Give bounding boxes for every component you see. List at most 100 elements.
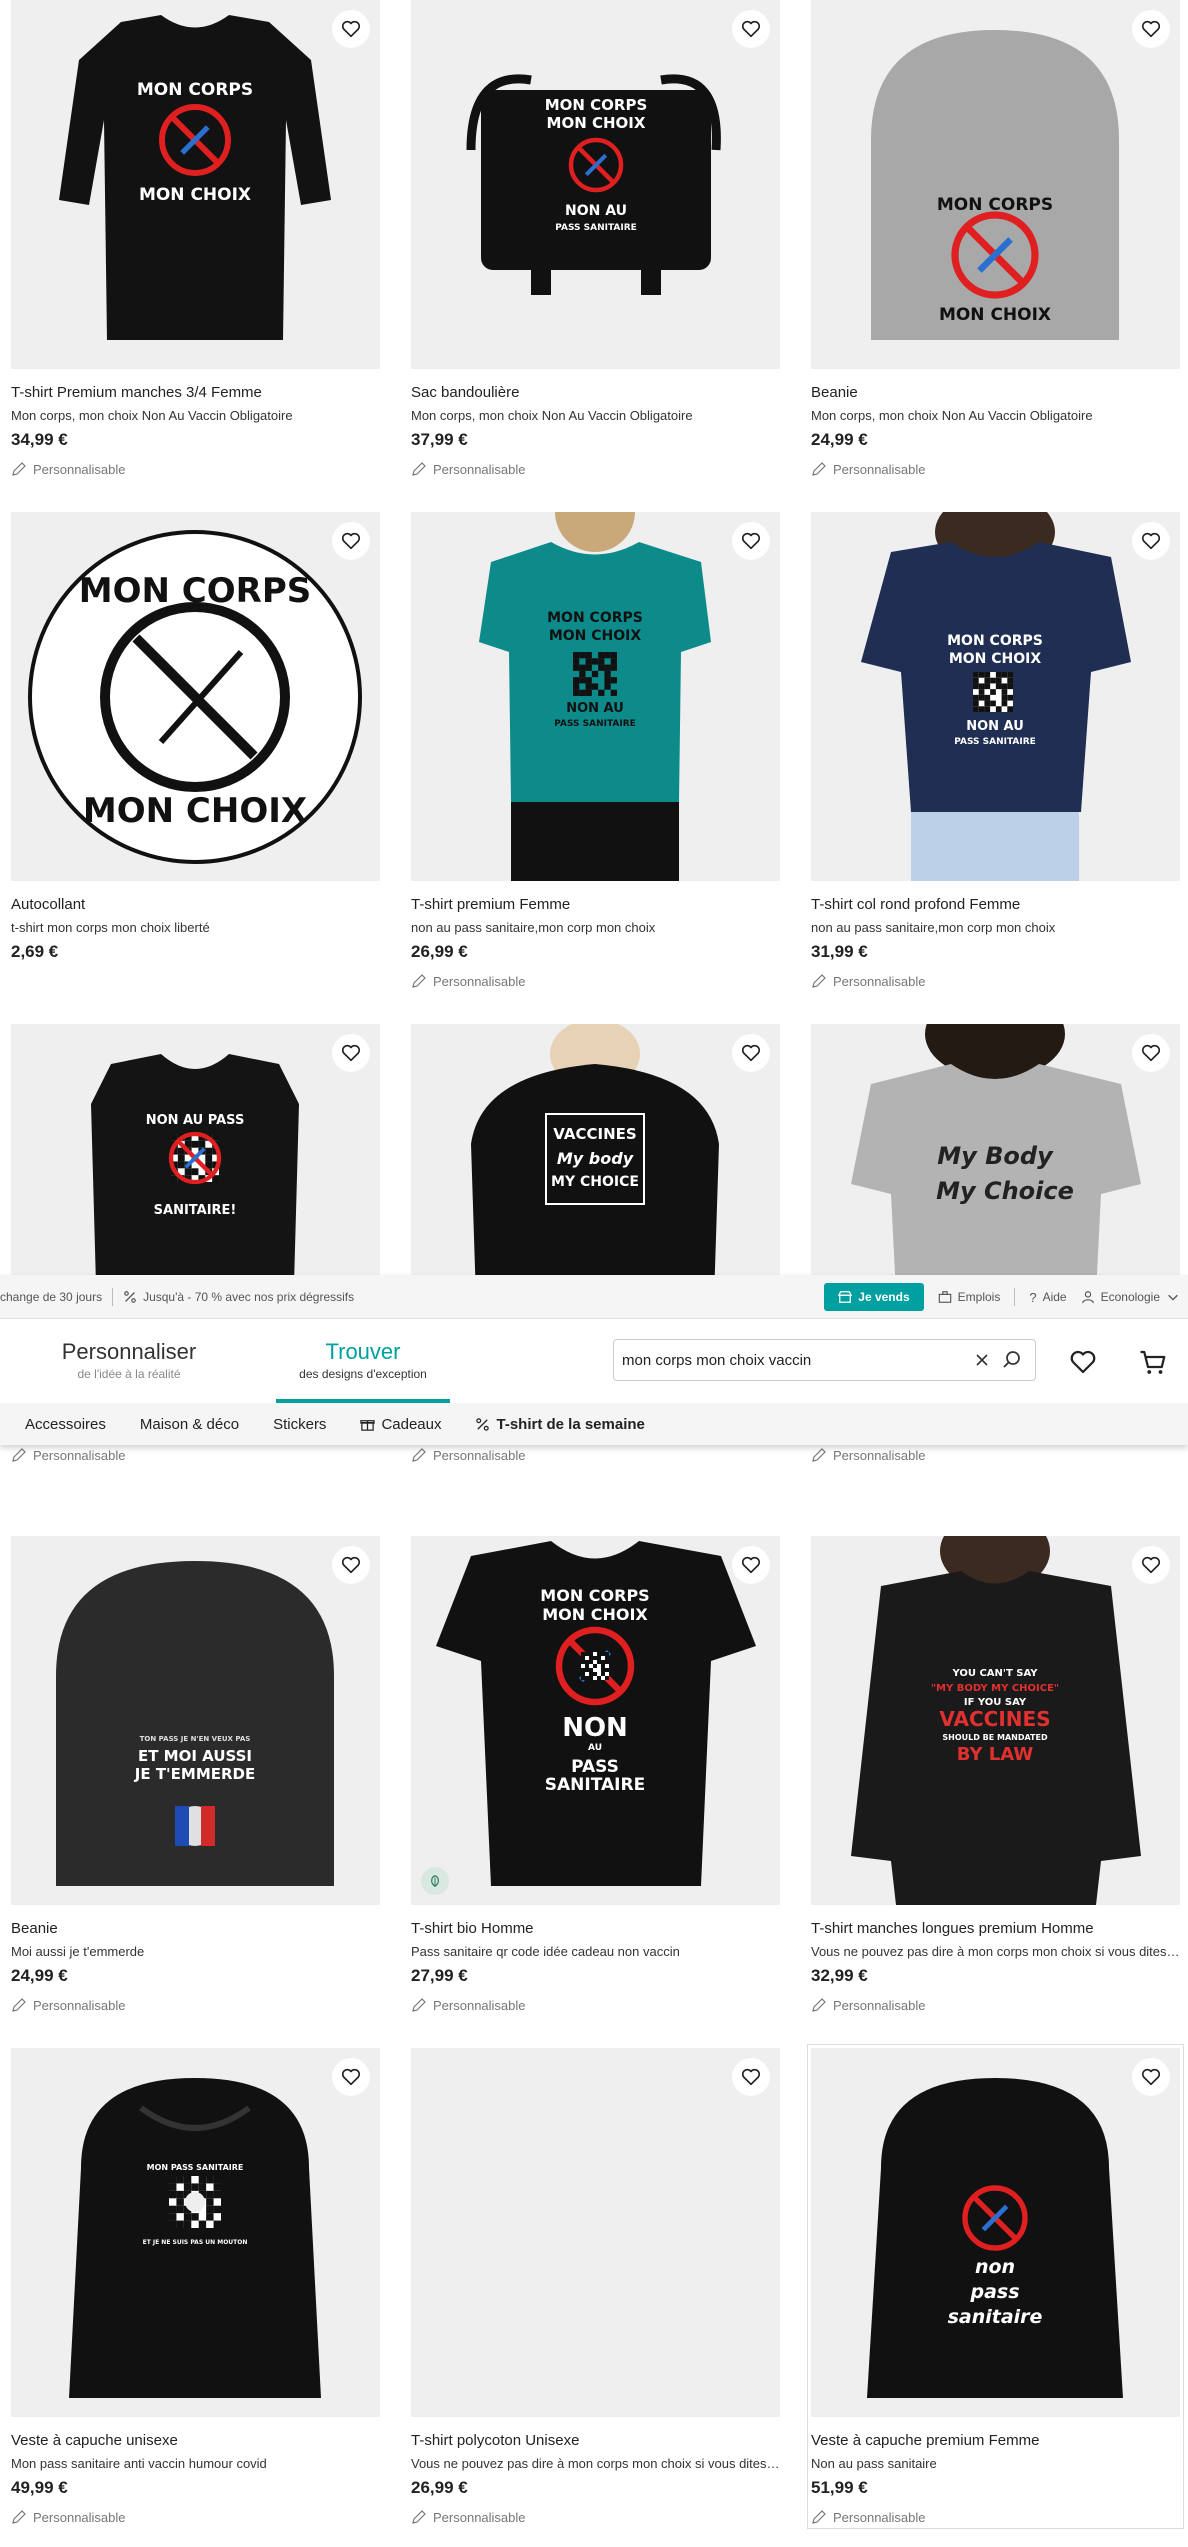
product-title[interactable]: Veste à capuche unisexe bbox=[11, 2431, 380, 2451]
personalizable-label: Personnalisable bbox=[833, 1997, 926, 2013]
product-card[interactable]: TON PASS JE N'EN VEUX PAS ET MOI AUSSI JE … bbox=[11, 1536, 380, 2013]
personalizable-label: Personnalisable bbox=[833, 973, 926, 989]
category-tshirt-week[interactable]: T-shirt de la semaine bbox=[475, 1416, 645, 1433]
product-title[interactable]: T-shirt col rond profond Femme bbox=[811, 895, 1180, 915]
heart-icon bbox=[1141, 532, 1161, 550]
heart-icon bbox=[341, 20, 361, 38]
pencil-icon bbox=[412, 1998, 426, 2012]
product-image[interactable] bbox=[411, 2048, 780, 2417]
favorite-button[interactable] bbox=[332, 1546, 370, 1584]
product-image[interactable]: MON PASS SANITAIRE ET JE NE SUIS PAS UN M… bbox=[11, 2048, 380, 2417]
favorite-button[interactable] bbox=[732, 522, 770, 560]
cart-icon[interactable] bbox=[1138, 1347, 1168, 1377]
clear-search-button[interactable] bbox=[967, 1345, 997, 1375]
favorites-heart-icon[interactable] bbox=[1068, 1347, 1098, 1377]
favorite-button[interactable] bbox=[332, 2058, 370, 2096]
leaf-icon bbox=[431, 1875, 439, 1887]
product-card[interactable]: MON CORPS MON CHOIX Autocollant t-shirt m… bbox=[11, 512, 380, 963]
product-title[interactable]: Sac bandoulière bbox=[411, 383, 780, 403]
svg-text:My Body: My Body bbox=[937, 1142, 1054, 1170]
personalizable-label: Personnalisable bbox=[833, 1447, 926, 1463]
help-link[interactable]: ? Aide bbox=[1029, 1290, 1066, 1305]
product-card[interactable]: MON CORPS MON CHOIX NON AU PASS SANITAIRE … bbox=[411, 0, 780, 477]
product-title[interactable]: Autocollant bbox=[11, 895, 380, 915]
product-design-art bbox=[411, 2048, 780, 2417]
favorite-button[interactable] bbox=[732, 10, 770, 48]
svg-text:PASS SANITAIRE: PASS SANITAIRE bbox=[954, 737, 1036, 747]
product-card[interactable]: T-shirt polycoton Unisexe Vous ne pouvez… bbox=[411, 2048, 780, 2525]
personalizable-label: Personnalisable bbox=[33, 2509, 126, 2525]
product-image[interactable]: MON CORPS MON CHOIX bbox=[11, 0, 380, 369]
personalizable-tag: Personnalisable bbox=[811, 2509, 1180, 2525]
sell-button[interactable]: Je vends bbox=[824, 1283, 924, 1311]
favorite-button[interactable] bbox=[1132, 1034, 1170, 1072]
heart-icon bbox=[741, 2068, 761, 2086]
product-title[interactable]: Veste à capuche premium Femme bbox=[811, 2431, 1180, 2451]
tab-find[interactable]: Trouver des designs d'exception bbox=[276, 1339, 450, 1403]
product-image[interactable]: MON CORPS MON CHOIX bbox=[811, 0, 1180, 369]
product-card[interactable]: MON CORPS MON CHOIX T-shirt Premium manc… bbox=[11, 0, 380, 477]
product-card[interactable]: MON CORPS MON CHOIX NON AU PASS SANITAIRE T… bbox=[411, 512, 780, 989]
category-cadeaux[interactable]: Cadeaux bbox=[360, 1416, 441, 1433]
favorite-button[interactable] bbox=[332, 10, 370, 48]
product-design-art: MON CORPSMON CHOIX NONAU PASSSANITAIRE bbox=[436, 1541, 756, 1886]
account-menu[interactable]: Econologie bbox=[1081, 1290, 1180, 1304]
pencil-icon bbox=[12, 2510, 26, 2524]
sell-label: Je vends bbox=[858, 1290, 910, 1304]
product-title[interactable]: T-shirt manches longues premium Homme bbox=[811, 1919, 1180, 1939]
product-image[interactable]: MON CORPS MON CHOIX NON AU PASS SANITAIRE bbox=[411, 512, 780, 881]
personalizable-tag: Personnalisable bbox=[11, 2509, 380, 2525]
svg-text:MON CHOIX: MON CHOIX bbox=[939, 305, 1051, 325]
discount-info[interactable]: Jusqu'à - 70 % avec nos prix dégressifs bbox=[123, 1290, 354, 1304]
search-button[interactable] bbox=[997, 1345, 1027, 1375]
product-image[interactable]: YOU CAN'T SAY "MY BODY MY CHOICE" IF YOU S… bbox=[811, 1536, 1180, 1905]
favorite-button[interactable] bbox=[332, 1034, 370, 1072]
product-price: 26,99 € bbox=[411, 2478, 468, 2497]
favorite-button[interactable] bbox=[1132, 2058, 1170, 2096]
sticky-header: change de 30 jours Jusqu'à - 70 % avec n… bbox=[0, 1275, 1188, 1445]
product-image[interactable]: TON PASS JE N'EN VEUX PAS ET MOI AUSSI JE … bbox=[11, 1536, 380, 1905]
personalizable-tag: Personnalisable bbox=[11, 1447, 380, 1463]
product-card[interactable]: MON CORPS MON CHOIX NON AU PASS SANITAIRE T-… bbox=[411, 1536, 780, 2013]
favorite-button[interactable] bbox=[732, 1546, 770, 1584]
product-title[interactable]: T-shirt Premium manches 3/4 Femme bbox=[11, 383, 380, 403]
product-card[interactable]: MON PASS SANITAIRE ET JE NE SUIS PAS UN M… bbox=[11, 2048, 380, 2525]
favorite-button[interactable] bbox=[1132, 1546, 1170, 1584]
product-design-art: MON CORPS MON CHOIX NON AU PASS SANITAIRE bbox=[811, 512, 1180, 881]
product-design-art: YOU CAN'T SAY"MY BODY MY CHOICE"IF YOU S… bbox=[851, 1536, 1141, 1905]
category-maison-deco[interactable]: Maison & déco bbox=[140, 1416, 239, 1433]
favorite-button[interactable] bbox=[732, 1034, 770, 1072]
svg-text:SANITAIRE!: SANITAIRE! bbox=[154, 1203, 237, 1218]
heart-icon bbox=[1141, 2068, 1161, 2086]
product-title[interactable]: Beanie bbox=[11, 1919, 380, 1939]
product-image[interactable]: non pass sanitaire bbox=[811, 2048, 1180, 2417]
category-stickers[interactable]: Stickers bbox=[273, 1416, 326, 1433]
product-card[interactable]: non pass sanitaire Veste à capuche premium… bbox=[807, 2044, 1184, 2529]
product-design-art: MON PASS SANITAIRE ET JE NE SUIS PAS UN M… bbox=[69, 2078, 321, 2398]
pencil-icon bbox=[412, 974, 426, 988]
product-image[interactable]: MON CORPS MON CHOIX NON AU PASS SANITAIRE bbox=[411, 0, 780, 369]
product-image[interactable]: MON CORPS MON CHOIX NON AU PASS SANITAIRE bbox=[811, 512, 1180, 881]
product-title[interactable]: T-shirt premium Femme bbox=[411, 895, 780, 915]
product-card[interactable]: YOU CAN'T SAY "MY BODY MY CHOICE" IF YOU S… bbox=[811, 1536, 1180, 2013]
favorite-button[interactable] bbox=[332, 522, 370, 560]
product-design-art: MON CORPS MON CHOIX bbox=[59, 15, 331, 340]
product-title[interactable]: T-shirt polycoton Unisexe bbox=[411, 2431, 780, 2451]
product-design-art: MON CORPSMON CHOIX NON AU PASS SANITAIRE bbox=[466, 74, 721, 295]
tab-customize[interactable]: Personnaliser de l'idée à la réalité bbox=[44, 1339, 214, 1381]
product-title[interactable]: Beanie bbox=[811, 383, 1180, 403]
search-input[interactable] bbox=[622, 1351, 967, 1369]
svg-text:non: non bbox=[975, 2256, 1015, 2278]
category-accessoires[interactable]: Accessoires bbox=[25, 1416, 106, 1433]
product-title[interactable]: T-shirt bio Homme bbox=[411, 1919, 780, 1939]
percent-icon bbox=[124, 1291, 136, 1303]
jobs-link[interactable]: Emplois bbox=[938, 1290, 1000, 1304]
product-card[interactable]: MON CORPS MON CHOIX NON AU PASS SANITAIRE T… bbox=[811, 512, 1180, 989]
favorite-button[interactable] bbox=[1132, 10, 1170, 48]
favorite-button[interactable] bbox=[732, 2058, 770, 2096]
product-card[interactable]: MON CORPS MON CHOIX Beanie Mon corps, mo… bbox=[811, 0, 1180, 477]
product-image[interactable]: MON CORPS MON CHOIX NON AU PASS SANITAIRE bbox=[411, 1536, 780, 1905]
favorite-button[interactable] bbox=[1132, 522, 1170, 560]
product-image[interactable]: MON CORPS MON CHOIX bbox=[11, 512, 380, 881]
heart-icon bbox=[341, 1044, 361, 1062]
